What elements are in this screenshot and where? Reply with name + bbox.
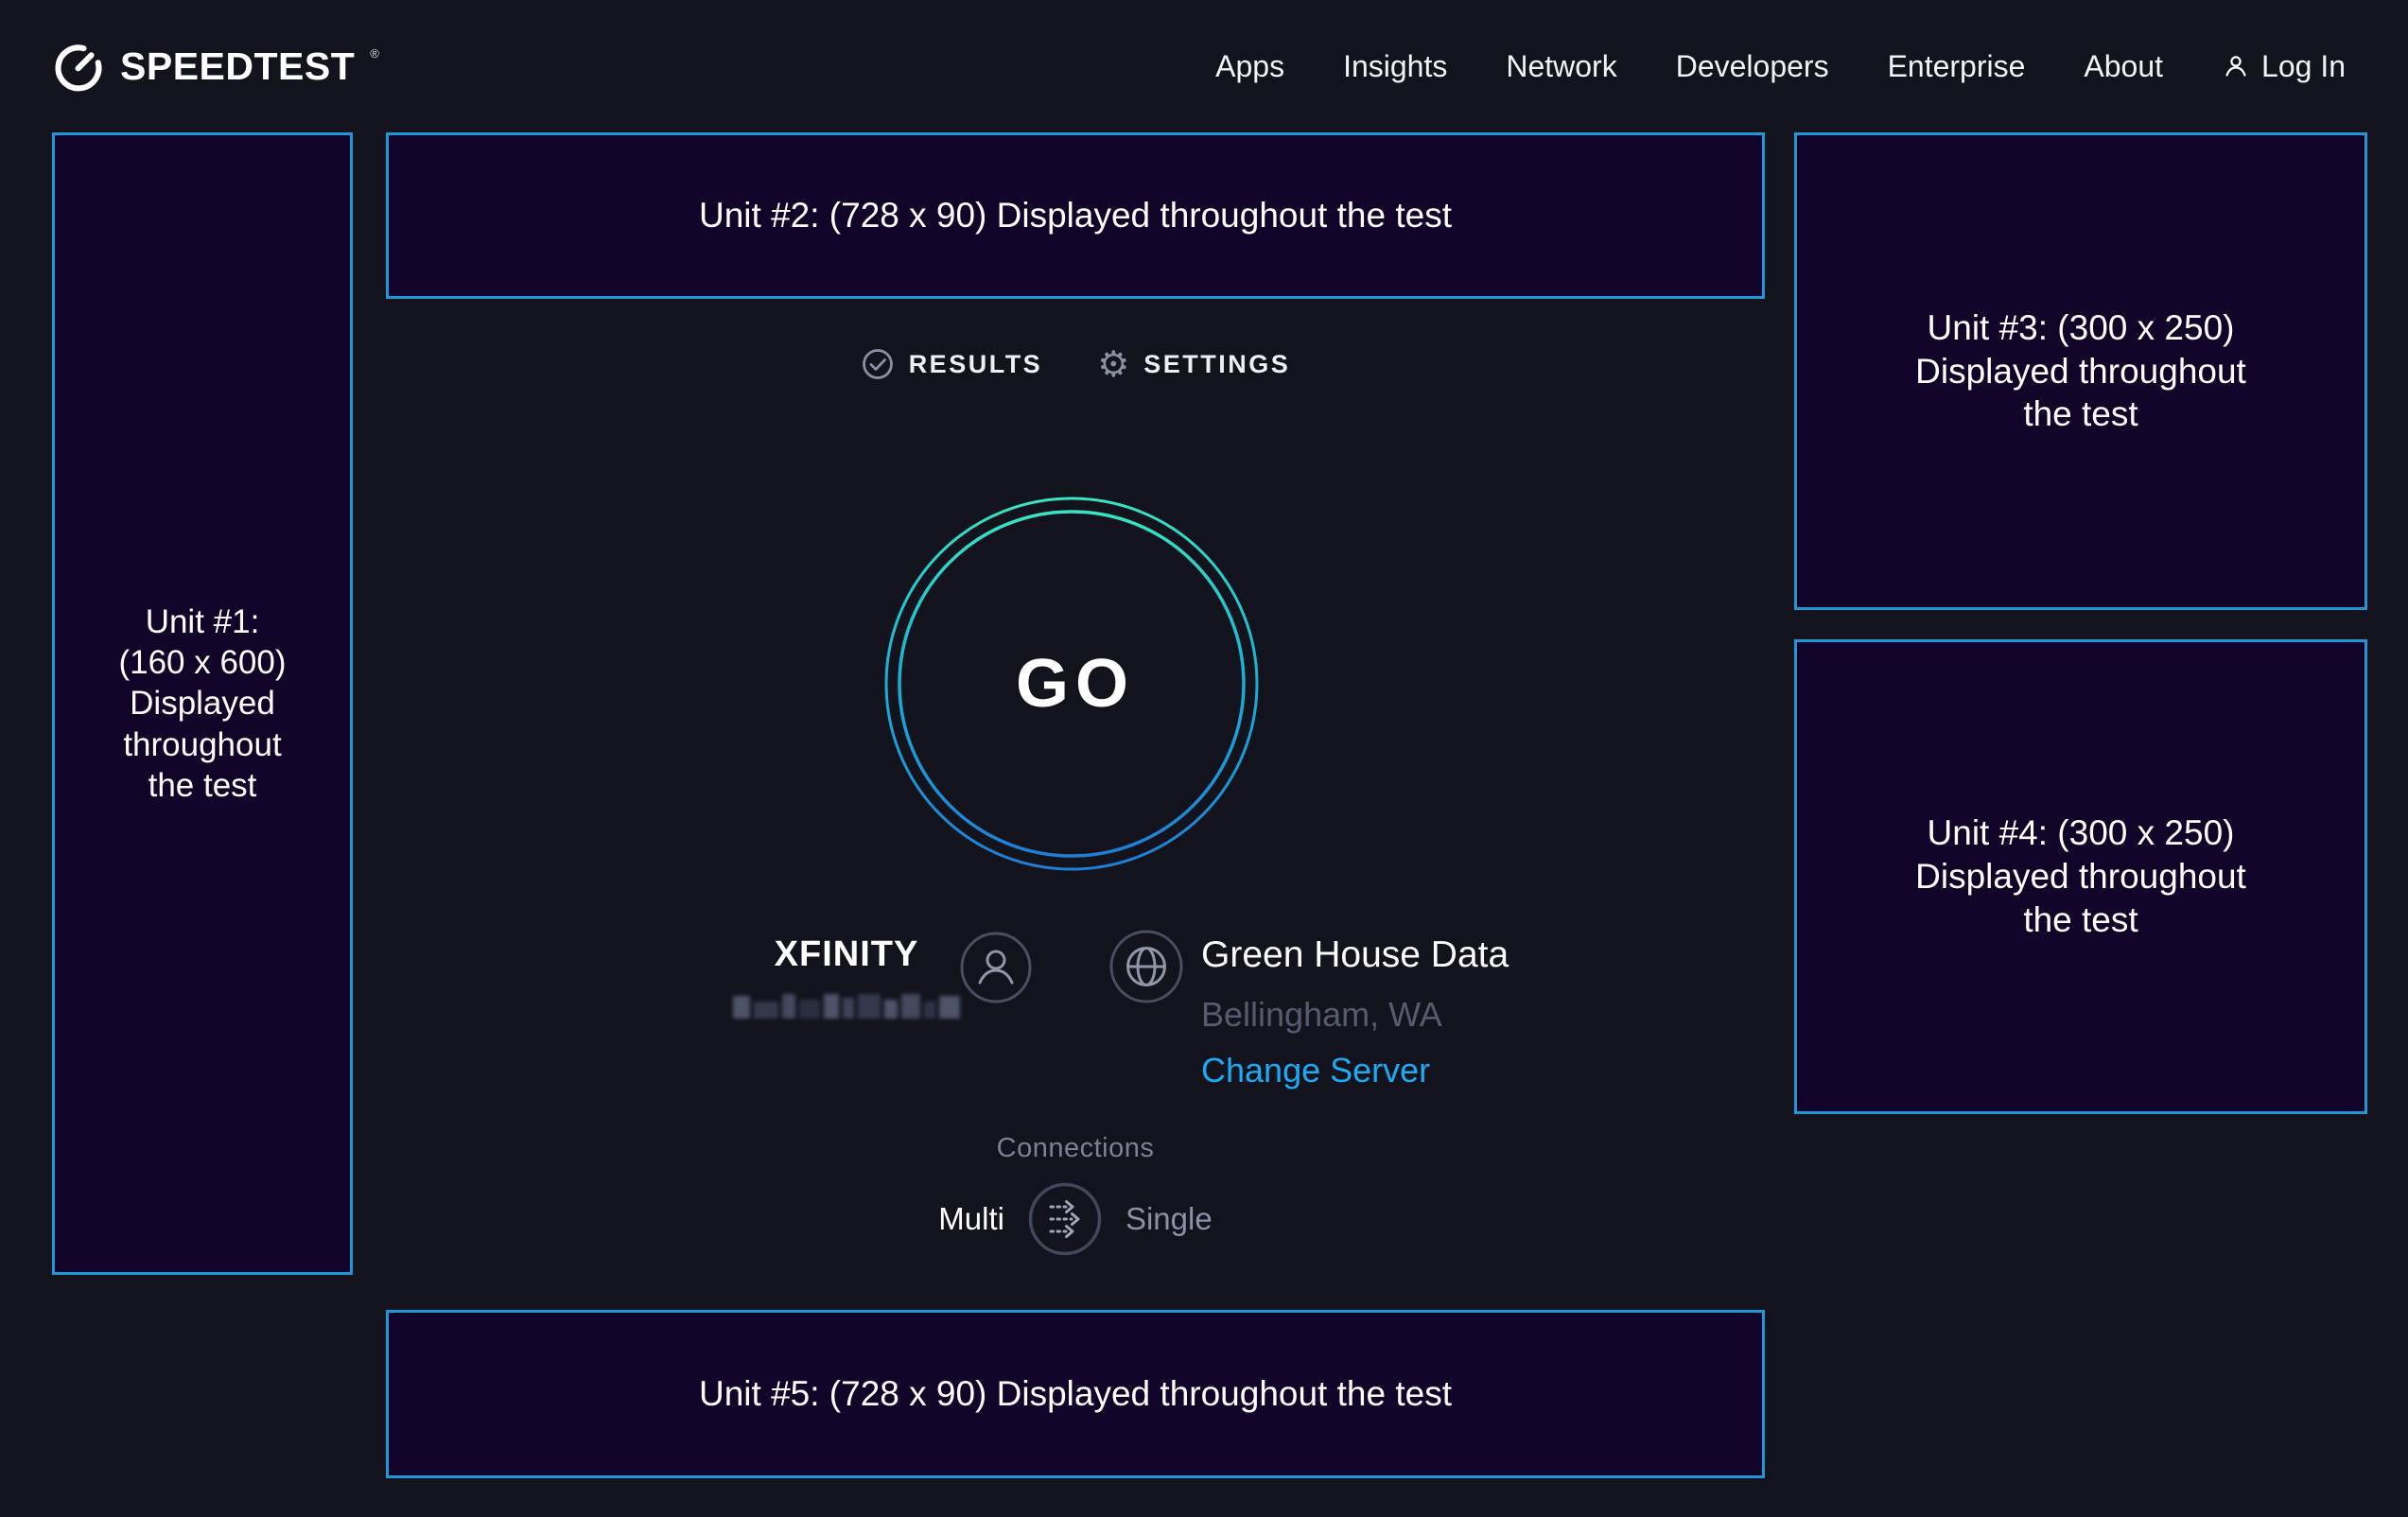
- ad-unit-4-text: Unit #4: (300 x 250) Displayed throughou…: [1915, 811, 2246, 942]
- ad-unit-5-text: Unit #5: (728 x 90) Displayed throughout…: [699, 1372, 1452, 1416]
- ad-unit-4-rectangle[interactable]: Unit #4: (300 x 250) Displayed throughou…: [1794, 639, 2367, 1114]
- connections-section: Connections Multi: [386, 1133, 1765, 1257]
- connections-single-label[interactable]: Single: [1125, 1201, 1213, 1237]
- multi-connection-arrows-icon: [1027, 1245, 1103, 1261]
- login-label: Log In: [2261, 49, 2346, 84]
- speedtest-logo[interactable]: SPEEDTEST ®: [52, 38, 379, 95]
- tab-settings-label: SETTINGS: [1143, 350, 1290, 379]
- ad-unit-3-rectangle[interactable]: Unit #3: (300 x 250) Displayed throughou…: [1794, 132, 2367, 610]
- results-settings-tabs: RESULTS ⚙ SETTINGS: [386, 346, 1765, 382]
- go-label: GO: [882, 495, 1261, 873]
- ad-unit-3-text: Unit #3: (300 x 250) Displayed throughou…: [1915, 306, 2246, 437]
- nav-apps[interactable]: Apps: [1215, 49, 1284, 84]
- gauge-logo-icon: [52, 38, 105, 95]
- server-location: Bellingham, WA: [1201, 995, 1509, 1035]
- tab-settings[interactable]: ⚙ SETTINGS: [1097, 346, 1290, 382]
- ad-unit-2-text: Unit #2: (728 x 90) Displayed throughout…: [699, 194, 1452, 237]
- ad-unit-2-leaderboard[interactable]: Unit #2: (728 x 90) Displayed throughout…: [386, 132, 1765, 299]
- isp-ip-redacted: [733, 990, 960, 1019]
- change-server-link[interactable]: Change Server: [1201, 1051, 1509, 1090]
- go-button[interactable]: GO: [882, 495, 1261, 873]
- user-icon: [959, 931, 1033, 1004]
- login-user-icon: [2222, 52, 2250, 80]
- nav-about[interactable]: About: [2084, 49, 2163, 84]
- ad-unit-1-skyscraper[interactable]: Unit #1: (160 x 600) Displayed throughou…: [52, 132, 353, 1275]
- nav-enterprise[interactable]: Enterprise: [1888, 49, 2026, 84]
- check-circle-icon: [861, 347, 895, 381]
- nav-insights[interactable]: Insights: [1343, 49, 1447, 84]
- connections-label: Connections: [386, 1133, 1765, 1164]
- isp-info: XFINITY: [728, 934, 965, 1019]
- tab-results[interactable]: RESULTS: [861, 347, 1043, 381]
- login-button[interactable]: Log In: [2222, 49, 2346, 84]
- speedtest-page: SPEEDTEST ® Apps Insights Network Develo…: [0, 0, 2408, 1517]
- isp-name: XFINITY: [728, 934, 965, 975]
- logo-trademark: ®: [370, 46, 379, 61]
- globe-icon: [1108, 929, 1184, 1004]
- nav-developers[interactable]: Developers: [1676, 49, 1829, 84]
- server-info: Green House Data Bellingham, WA Change S…: [1201, 934, 1509, 1090]
- connection-mode-toggle[interactable]: [1027, 1181, 1103, 1257]
- gear-icon: ⚙: [1097, 346, 1129, 382]
- connections-multi-label[interactable]: Multi: [938, 1201, 1004, 1237]
- ad-unit-1-text: Unit #1: (160 x 600) Displayed throughou…: [118, 602, 286, 807]
- top-nav-bar: SPEEDTEST ® Apps Insights Network Develo…: [0, 0, 2408, 132]
- main-navigation: Apps Insights Network Developers Enterpr…: [1215, 49, 2346, 84]
- ad-unit-5-leaderboard[interactable]: Unit #5: (728 x 90) Displayed throughout…: [386, 1310, 1765, 1478]
- server-name: Green House Data: [1201, 934, 1509, 976]
- logo-wordmark: SPEEDTEST: [120, 44, 355, 89]
- nav-network[interactable]: Network: [1506, 49, 1616, 84]
- tab-results-label: RESULTS: [909, 350, 1043, 379]
